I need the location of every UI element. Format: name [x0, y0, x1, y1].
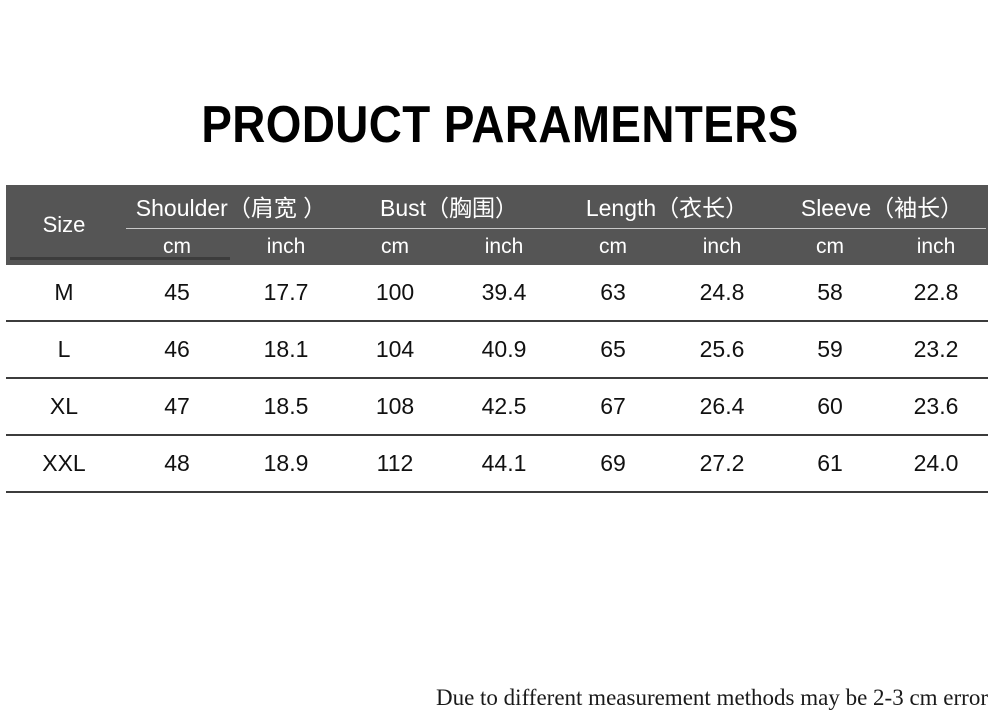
cell-sleeve-inch: 22.8 [884, 265, 989, 322]
header-unit-shoulder-inch: inch [232, 229, 340, 265]
cell-length-cm: 69 [558, 435, 668, 493]
table-row: L 46 18.1 104 40.9 65 25.6 59 23.2 [6, 321, 989, 379]
cell-size: XXL [6, 435, 122, 493]
header-unit-row: cm inch cm inch cm inch cm inch [6, 229, 989, 265]
table-body: M 45 17.7 100 39.4 63 24.8 58 22.8 L 46 … [6, 265, 989, 493]
cell-bust-inch: 42.5 [450, 378, 558, 436]
cell-bust-inch: 39.4 [450, 265, 558, 322]
cell-bust-cm: 100 [340, 265, 450, 322]
cell-bust-inch: 40.9 [450, 321, 558, 379]
cell-size: XL [6, 378, 122, 436]
cell-length-cm: 65 [558, 321, 668, 379]
cell-shoulder-inch: 18.1 [232, 321, 340, 379]
header-group-sleeve-label: Sleeve（袖长） [800, 195, 964, 221]
cell-bust-cm: 108 [340, 378, 450, 436]
cell-sleeve-inch: 23.6 [884, 378, 989, 436]
header-group-length-label: Length（衣长） [585, 195, 749, 221]
header-unit-length-cm: cm [558, 229, 668, 265]
table-row: M 45 17.7 100 39.4 63 24.8 58 22.8 [6, 265, 989, 322]
cell-bust-cm: 112 [340, 435, 450, 493]
cell-sleeve-inch: 23.2 [884, 321, 989, 379]
cell-sleeve-cm: 60 [776, 378, 885, 436]
header-group-bust-label: Bust（胸围） [379, 195, 519, 221]
cell-shoulder-cm: 47 [122, 378, 232, 436]
header-group-length: Length（衣长） [558, 185, 777, 229]
cell-size: L [6, 321, 122, 379]
cell-bust-inch: 44.1 [450, 435, 558, 493]
product-parameters-page: PRODUCT PARAMENTERS Size Shoulder（肩宽 ） B… [0, 0, 1000, 710]
cell-length-inch: 24.8 [668, 265, 777, 322]
cell-shoulder-cm: 48 [122, 435, 232, 493]
header-unit-bust-cm: cm [340, 229, 450, 265]
header-unit-sleeve-inch: inch [884, 229, 989, 265]
cell-length-inch: 25.6 [668, 321, 777, 379]
header-unit-shoulder-cm: cm [122, 229, 232, 265]
cell-size: M [6, 265, 122, 322]
cell-shoulder-cm: 45 [122, 265, 232, 322]
cell-length-inch: 27.2 [668, 435, 777, 493]
page-title: PRODUCT PARAMENTERS [201, 96, 799, 154]
header-group-sleeve: Sleeve（袖长） [776, 185, 989, 229]
size-chart-table: Size Shoulder（肩宽 ） Bust（胸围） Length（衣长） S… [6, 185, 989, 493]
measurement-note: Due to different measurement methods may… [435, 685, 988, 710]
table-header: Size Shoulder（肩宽 ） Bust（胸围） Length（衣长） S… [6, 185, 989, 265]
header-group-row: Size Shoulder（肩宽 ） Bust（胸围） Length（衣长） S… [6, 185, 989, 265]
cell-length-cm: 63 [558, 265, 668, 322]
header-unit-length-inch: inch [668, 229, 777, 265]
cell-sleeve-cm: 59 [776, 321, 885, 379]
cell-shoulder-inch: 18.9 [232, 435, 340, 493]
cell-shoulder-inch: 17.7 [232, 265, 340, 322]
cell-shoulder-inch: 18.5 [232, 378, 340, 436]
cell-length-cm: 67 [558, 378, 668, 436]
cell-length-inch: 26.4 [668, 378, 777, 436]
cell-sleeve-inch: 24.0 [884, 435, 989, 493]
table-row: XXL 48 18.9 112 44.1 69 27.2 61 24.0 [6, 435, 989, 493]
header-unit-sleeve-cm: cm [776, 229, 885, 265]
header-unit-bust-inch: inch [450, 229, 558, 265]
header-size: Size [6, 185, 122, 265]
header-group-shoulder-label: Shoulder（肩宽 ） [135, 195, 327, 221]
cell-sleeve-cm: 61 [776, 435, 885, 493]
cell-shoulder-cm: 46 [122, 321, 232, 379]
cell-sleeve-cm: 58 [776, 265, 885, 322]
header-group-shoulder: Shoulder（肩宽 ） [122, 185, 340, 229]
size-chart-container: Size Shoulder（肩宽 ） Bust（胸围） Length（衣长） S… [6, 185, 989, 710]
table-row: XL 47 18.5 108 42.5 67 26.4 60 23.6 [6, 378, 989, 436]
header-group-bust: Bust（胸围） [340, 185, 558, 229]
cell-bust-cm: 104 [340, 321, 450, 379]
